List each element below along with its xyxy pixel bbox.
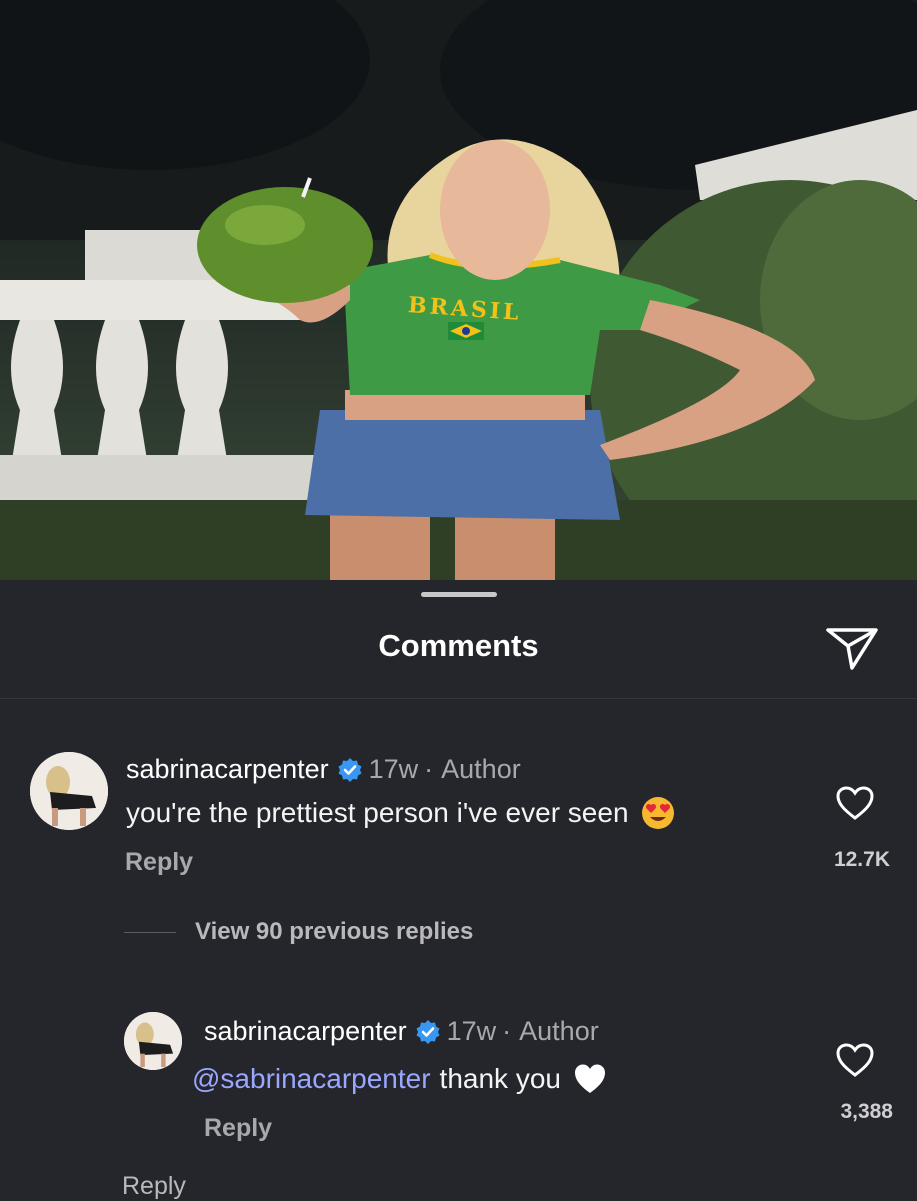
sheet-grabber-handle[interactable] (421, 592, 497, 597)
reply-button[interactable]: Reply (204, 1114, 272, 1143)
comment-body: you're the prettiest person i've ever se… (126, 797, 629, 828)
comment-text: you're the prettiest person i've ever se… (126, 796, 675, 830)
sheet-title: Comments (378, 628, 539, 663)
comments-sheet: Comments sabrinacarpenter 17w · Author y… (0, 580, 917, 1200)
separator-dot: · (502, 1016, 512, 1046)
author-tag: Author (519, 1016, 599, 1046)
reply-meta: sabrinacarpenter 17w · Author (204, 1016, 599, 1047)
reply-button[interactable]: Reply (122, 1172, 186, 1201)
share-icon[interactable] (824, 624, 880, 672)
like-count: 3,388 (840, 1100, 893, 1123)
avatar[interactable] (124, 1012, 182, 1070)
post-photo: BRASIL (0, 0, 917, 580)
reply-text: @sabrinacarpenter thank you (192, 1062, 607, 1096)
verified-badge-icon (338, 757, 362, 782)
photo-illustration (0, 0, 917, 580)
heart-eyes-emoji-icon (641, 797, 674, 829)
like-count: 12.7K (833, 848, 890, 871)
white-heart-emoji-icon (574, 1064, 605, 1093)
username[interactable]: sabrinacarpenter (204, 1016, 407, 1047)
separator-dot: · (424, 754, 434, 784)
like-heart-icon[interactable] (835, 1042, 875, 1078)
comment-meta: sabrinacarpenter 17w · Author (126, 754, 521, 785)
reply-time: 17w (446, 1016, 497, 1046)
verified-badge-icon (416, 1019, 440, 1044)
author-tag: Author (441, 754, 521, 784)
view-previous-replies-button[interactable]: View 90 previous replies (195, 918, 473, 946)
reply-body: thank you (439, 1063, 561, 1094)
reply-button[interactable]: Reply (125, 848, 193, 877)
comment-time: 17w (368, 754, 419, 784)
avatar-image (30, 752, 108, 830)
header-divider (0, 698, 917, 699)
avatar[interactable] (30, 752, 108, 830)
username[interactable]: sabrinacarpenter (126, 754, 329, 785)
replies-divider-line (124, 932, 176, 933)
avatar-image (124, 1012, 182, 1070)
like-heart-icon[interactable] (835, 785, 875, 821)
mention-link[interactable]: @sabrinacarpenter (192, 1063, 431, 1095)
